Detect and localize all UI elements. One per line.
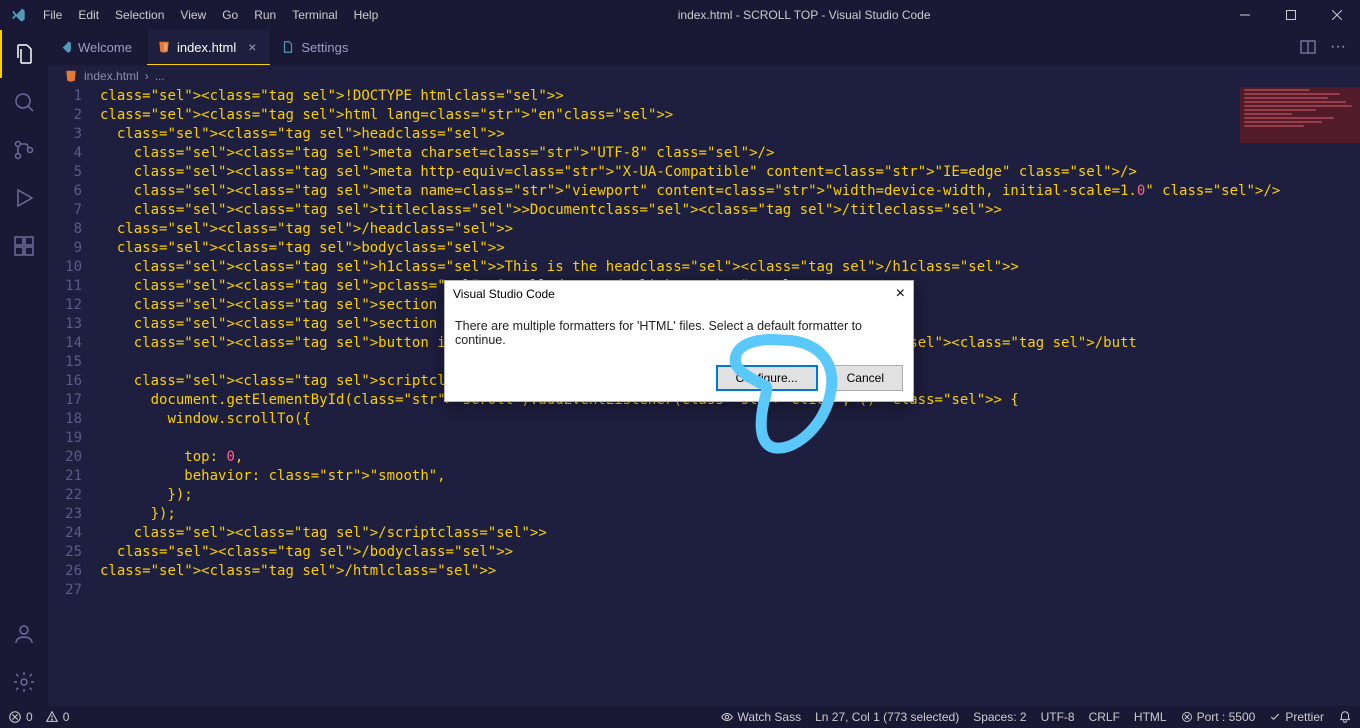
search-icon[interactable] [0,78,48,126]
eol-item[interactable]: CRLF [1089,710,1120,724]
breadcrumb[interactable]: index.html › ... [48,65,1360,87]
explorer-icon[interactable] [0,30,48,78]
tab-welcome[interactable]: Welcome [48,30,147,64]
warnings-item[interactable]: 0 [45,710,70,724]
tab-settings[interactable]: Settings [271,30,363,64]
vscode-logo-icon [0,7,35,23]
menu-terminal[interactable]: Terminal [284,8,345,22]
settings-gear-icon[interactable] [0,658,48,706]
language-item[interactable]: HTML [1134,710,1167,724]
dialog-title-bar: Visual Studio Code × [445,281,913,307]
spaces-item[interactable]: Spaces: 2 [973,710,1026,724]
menu-edit[interactable]: Edit [70,8,107,22]
line-numbers: 1234567891011121314151617181920212223242… [48,87,100,706]
dialog-buttons: Configure... Cancel [445,357,913,401]
tab-label: index.html [177,40,236,55]
menu-file[interactable]: File [35,8,70,22]
minimap[interactable] [1240,87,1360,143]
tab-index-html[interactable]: index.html × [147,30,271,64]
run-debug-icon[interactable] [0,174,48,222]
breadcrumb-file: index.html [84,69,139,83]
settings-file-icon [281,40,295,54]
window-title: index.html - SCROLL TOP - Visual Studio … [386,8,1222,22]
errors-item[interactable]: 0 [8,710,33,724]
cursor-position[interactable]: Ln 27, Col 1 (773 selected) [815,710,959,724]
tab-label: Settings [301,40,348,55]
port-item[interactable]: Port : 5500 [1181,710,1256,724]
tab-label: Welcome [78,40,132,55]
breadcrumb-rest: ... [155,69,165,83]
window-controls [1222,0,1360,30]
menu-selection[interactable]: Selection [107,8,172,22]
accounts-icon[interactable] [0,610,48,658]
menu-run[interactable]: Run [246,8,284,22]
tab-bar: Welcome index.html × Settings ··· [48,30,1360,65]
extensions-icon[interactable] [0,222,48,270]
watch-sass-item[interactable]: Watch Sass [720,710,802,724]
html-file-icon [157,40,171,54]
activity-bar [0,30,48,706]
menu-view[interactable]: View [172,8,214,22]
split-editor-icon[interactable] [1300,39,1316,55]
prettier-item[interactable]: Prettier [1269,710,1324,724]
encoding-item[interactable]: UTF-8 [1041,710,1075,724]
status-bar: 0 0 Watch Sass Ln 27, Col 1 (773 selecte… [0,706,1360,728]
maximize-button[interactable] [1268,0,1314,30]
menu-go[interactable]: Go [214,8,246,22]
menu-help[interactable]: Help [346,8,387,22]
chevron-right-icon: › [145,69,149,83]
more-actions-icon[interactable]: ··· [1330,38,1346,56]
notifications-icon[interactable] [1338,710,1352,724]
html-file-icon [64,69,78,83]
tab-actions: ··· [1300,30,1360,64]
source-control-icon[interactable] [0,126,48,174]
cancel-button[interactable]: Cancel [828,365,903,391]
dialog-title: Visual Studio Code [453,287,555,301]
close-icon[interactable]: × [248,39,256,55]
vscode-icon [58,40,72,54]
close-button[interactable] [1314,0,1360,30]
minimize-button[interactable] [1222,0,1268,30]
configure-button[interactable]: Configure... [716,365,818,391]
title-bar: File Edit Selection View Go Run Terminal… [0,0,1360,30]
close-icon[interactable]: × [896,285,905,303]
dialog-message: There are multiple formatters for 'HTML'… [445,307,913,357]
formatter-dialog: Visual Studio Code × There are multiple … [444,280,914,402]
